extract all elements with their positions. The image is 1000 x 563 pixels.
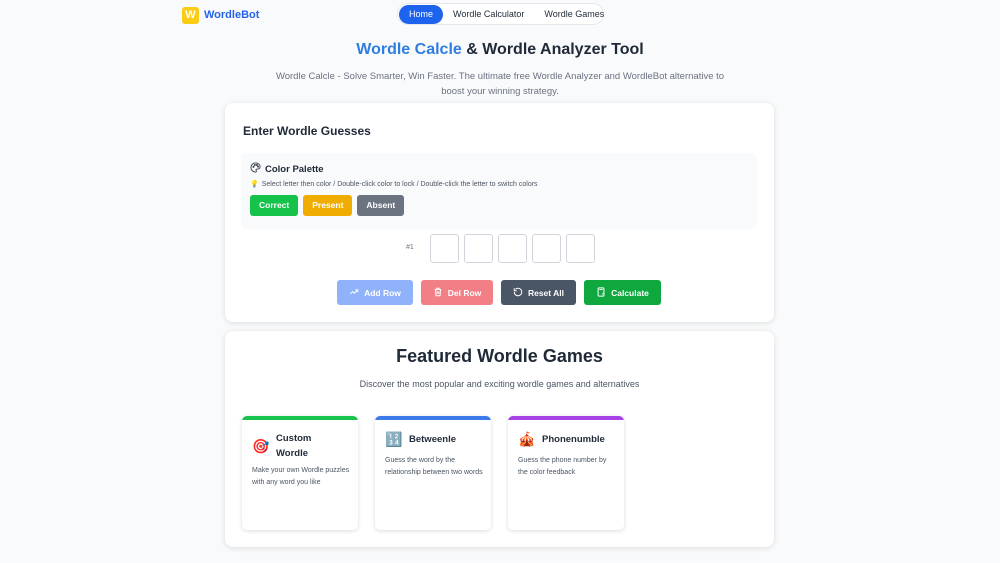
letter-tile[interactable]	[430, 234, 459, 263]
add-row-button[interactable]: Add Row	[337, 280, 413, 305]
trash-icon	[433, 287, 443, 299]
calculate-button[interactable]: Calculate	[584, 280, 661, 305]
featured-games-card: Featured Wordle Games Discover the most …	[225, 331, 774, 547]
target-icon: 🎯	[252, 438, 270, 454]
game-card-phonenumble[interactable]: 🎪 Phonenumble Guess the phone number by …	[508, 416, 624, 530]
brand-link[interactable]: W WordleBot	[182, 6, 259, 24]
top-navigation: W WordleBot Home Wordle Calculator Wordl…	[0, 0, 1000, 30]
letter-tile[interactable]	[464, 234, 493, 263]
page-title-accent: Wordle Calcle	[356, 41, 462, 58]
palette-title: Color Palette	[265, 163, 324, 175]
correct-color-button[interactable]: Correct	[250, 195, 299, 216]
nav-wordle-games[interactable]: Wordle Games	[534, 5, 614, 24]
brand-name: WordleBot	[204, 9, 260, 21]
row-number: #1	[406, 244, 414, 251]
action-buttons: Add Row Del Row Reset All Calculate	[337, 280, 661, 305]
del-row-button[interactable]: Del Row	[421, 280, 493, 305]
absent-color-button[interactable]: Absent	[357, 195, 405, 216]
reset-all-button[interactable]: Reset All	[501, 280, 576, 305]
nav-menu: Home Wordle Calculator Wordle Games	[397, 3, 604, 25]
game-description: Guess the phone number by the color feed…	[518, 457, 607, 476]
palette-hint-text: Select letter then color / Double-click …	[261, 180, 538, 188]
card-stripe	[375, 416, 491, 420]
circus-tent-icon: 🎪	[518, 431, 536, 447]
present-color-button[interactable]: Present	[303, 195, 353, 216]
game-header: 🎯 Custom Wordle	[252, 431, 352, 461]
nav-home[interactable]: Home	[399, 4, 444, 24]
card-stripe	[242, 416, 358, 420]
game-name: Custom Wordle	[276, 433, 312, 459]
nav-wordle-calculator[interactable]: Wordle Calculator	[443, 5, 534, 24]
guess-row	[430, 234, 595, 263]
game-header: 🎪 Phonenumble	[518, 430, 618, 448]
lightbulb-icon: 💡	[250, 181, 259, 188]
featured-games-title: Featured Wordle Games	[396, 346, 603, 366]
game-description: Make your own Wordle puzzles with any wo…	[252, 467, 350, 486]
letter-tile[interactable]	[566, 234, 595, 263]
palette-hint: 💡 Select letter then color / Double-clic…	[250, 180, 538, 189]
game-card-betweenle[interactable]: 🔢 Betweenle Guess the word by the relati…	[375, 416, 491, 530]
page-title-rest: & Wordle Analyzer Tool	[461, 41, 644, 58]
palette-icon	[250, 162, 261, 176]
guess-section-title: Enter Wordle Guesses	[243, 124, 371, 138]
calculator-icon	[596, 286, 606, 299]
numbers-icon: 🔢	[385, 431, 403, 447]
game-description: Guess the word by the relationship betwe…	[385, 457, 483, 476]
add-row-label: Add Row	[364, 287, 401, 298]
game-name: Phonenumble	[542, 434, 605, 445]
palette-header: Color Palette	[250, 162, 324, 176]
guess-card: Enter Wordle Guesses Color Palette 💡 Sel…	[225, 103, 774, 322]
letter-tile[interactable]	[498, 234, 527, 263]
logo-icon: W	[182, 6, 199, 24]
game-card-custom-wordle[interactable]: 🎯 Custom Wordle Make your own Wordle puz…	[242, 416, 358, 530]
page-title: Wordle Calcle & Wordle Analyzer Tool	[0, 41, 1000, 59]
game-header: 🔢 Betweenle	[385, 430, 485, 448]
reset-all-label: Reset All	[527, 287, 565, 298]
reset-icon	[513, 287, 523, 299]
card-stripe	[508, 416, 624, 420]
game-name: Betweenle	[409, 434, 456, 445]
del-row-label: Del Row	[447, 287, 482, 298]
letter-tile[interactable]	[532, 234, 561, 263]
calculate-label: Calculate	[611, 287, 649, 298]
page-description: Wordle Calcle - Solve Smarter, Win Faste…	[275, 71, 725, 97]
featured-games-subtitle: Discover the most popular and exciting w…	[359, 379, 640, 389]
color-swatches: Correct Present Absent	[250, 195, 405, 216]
color-palette: Color Palette 💡 Select letter then color…	[241, 153, 757, 229]
trend-up-icon	[349, 287, 359, 299]
